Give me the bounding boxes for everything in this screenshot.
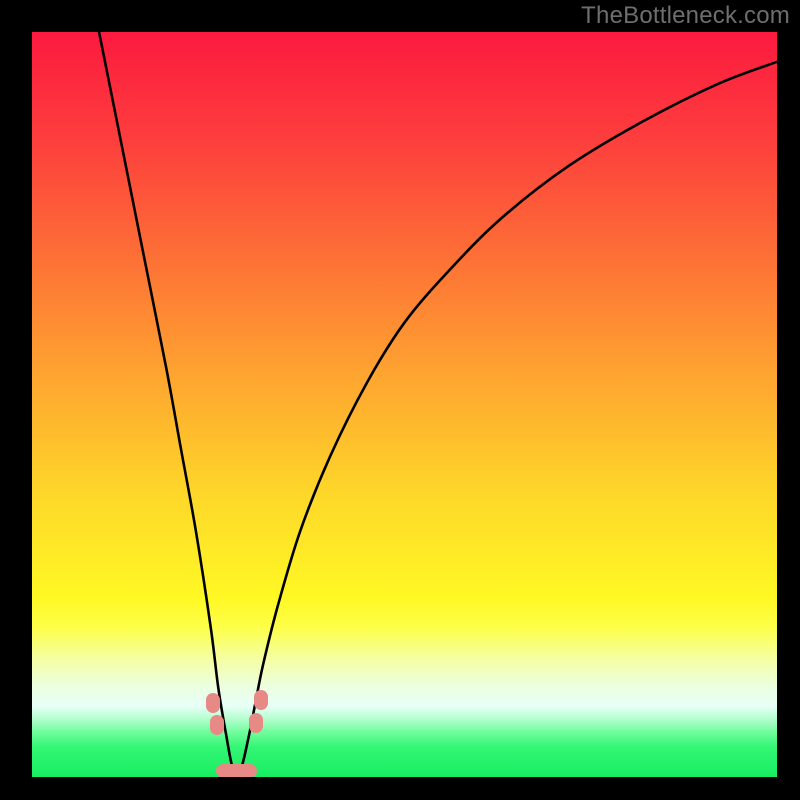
left-dot-lower: [210, 715, 224, 735]
left-dot-upper: [206, 693, 220, 713]
plot-area: [32, 32, 777, 777]
watermark-text: TheBottleneck.com: [581, 2, 790, 30]
bottleneck-curve: [32, 32, 777, 777]
bottom-bar: [216, 764, 257, 777]
right-dot-upper: [254, 690, 268, 710]
right-dot-lower: [249, 713, 263, 733]
